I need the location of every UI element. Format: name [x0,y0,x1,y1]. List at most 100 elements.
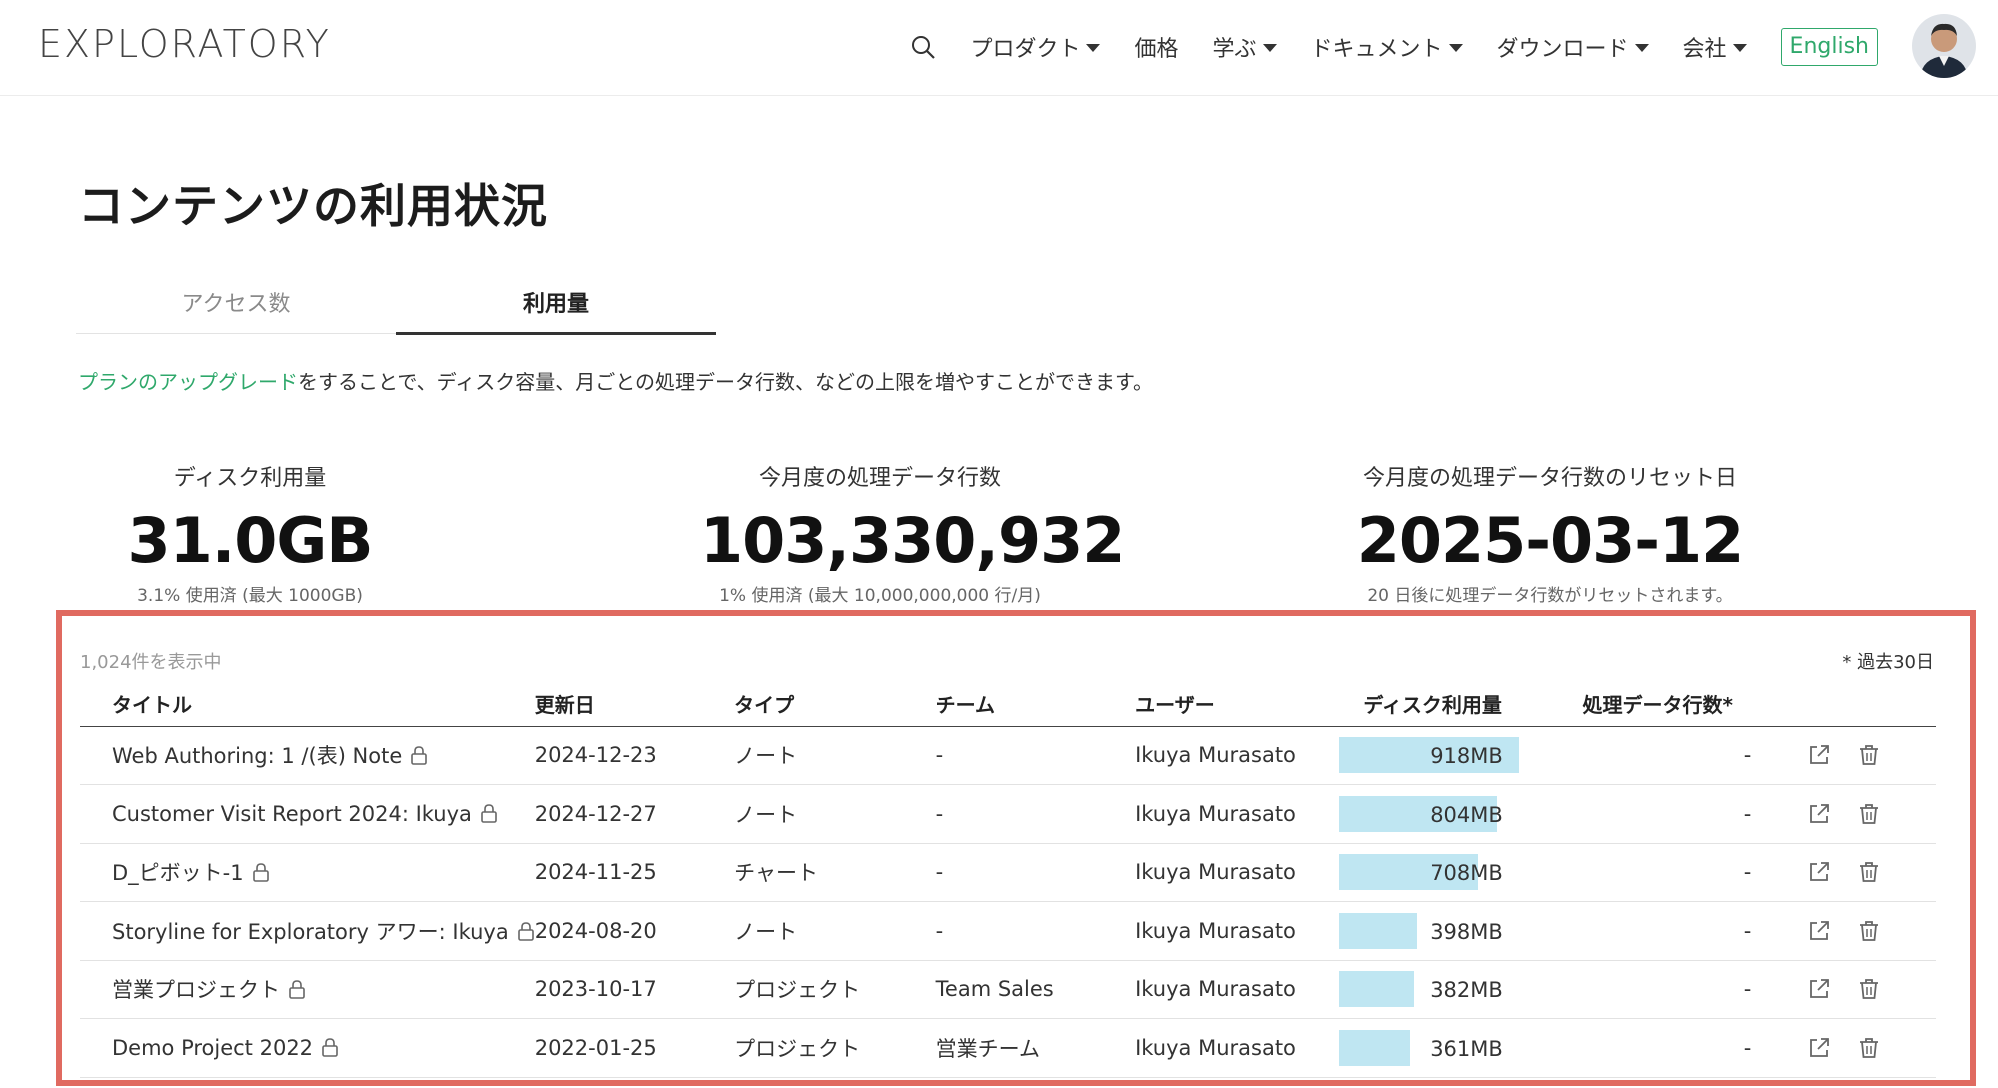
cell-title[interactable]: Demo Project 2022 [80,1018,535,1078]
column-header-user[interactable]: ユーザー [1135,682,1339,727]
nav-product[interactable]: プロダクト [970,31,1101,63]
lock-icon [517,921,535,941]
disk-usage-bar: 361MB [1338,1029,1519,1066]
trash-icon[interactable] [1857,860,1881,884]
nav-learn-label: 学ぶ [1212,37,1257,62]
trash-icon[interactable] [1857,1036,1881,1060]
language-switch-button[interactable]: English [1780,28,1878,66]
column-header-disk-usage[interactable]: ディスク利用量 [1338,682,1567,727]
tab-access-count[interactable]: アクセス数 [76,278,396,333]
cell-title[interactable]: Web Authoring: 1 /(表) Note [80,726,535,785]
period-note: * 過去30日 [1842,652,1934,673]
stat-value: 31.0GB [127,504,373,577]
cell-title[interactable]: Customer Visit Report 2024: Ikuya [80,784,535,844]
disk-usage-value: 382MB [1430,978,1503,1003]
cell-user: Ikuya Murasato [1135,960,1339,1019]
cell-user: Ikuya Murasato [1135,1018,1339,1078]
disk-usage-bar: 708MB [1338,854,1519,891]
nav-pricing[interactable]: 価格 [1134,31,1178,63]
content-title[interactable]: Storyline for Exploratory アワー: Ikuya [112,920,509,944]
caret-down-icon [1634,44,1649,52]
column-header-processed-rows[interactable]: 処理データ行数* [1566,682,1762,727]
nav-docs[interactable]: ドキュメント [1311,31,1463,63]
trash-icon[interactable] [1857,743,1881,767]
disk-usage-value: 918MB [1430,744,1503,769]
cell-title[interactable]: D_ピボット-1 [80,843,535,902]
external-link-icon[interactable] [1807,919,1831,943]
table-row[interactable]: Demo Project 2022 2022-01-25 プロジェクト 営業チーム Ik… [80,1018,1936,1078]
exploratory-logo[interactable]: EXPLORATORY [38,22,331,66]
cell-actions [1761,960,1936,1019]
trash-icon[interactable] [1857,977,1881,1001]
tab-usage[interactable]: 利用量 [396,278,716,335]
cell-updated: 2024-11-25 [534,843,735,902]
upgrade-plan-link[interactable]: プランのアップグレード [78,370,298,394]
cell-team: 営業チーム [935,1018,1136,1078]
column-header-type[interactable]: タイプ [734,682,936,727]
column-header-updated[interactable]: 更新日 [534,682,735,727]
cell-type: プロジェクト [734,1018,936,1078]
content-title[interactable]: 営業プロジェクト [112,978,280,1002]
caret-down-icon [1086,44,1101,52]
disk-usage-bar: 382MB [1338,971,1519,1008]
cell-user: Ikuya Murasato [1135,784,1339,844]
column-header-title[interactable]: タイトル [80,682,535,727]
content-title[interactable]: D_ピボット-1 [112,861,244,885]
nav-learn[interactable]: 学ぶ [1212,31,1277,63]
disk-usage-bar: 398MB [1338,912,1519,949]
column-header-team[interactable]: チーム [935,682,1136,727]
content-title[interactable]: Web Authoring: 1 /(表) Note [112,744,402,768]
cell-type: ノート [734,784,936,844]
external-link-icon[interactable] [1807,802,1831,826]
external-link-icon[interactable] [1807,977,1831,1001]
cell-disk-usage: 382MB [1338,960,1567,1019]
table-header-row: タイトル 更新日 タイプ チーム ユーザー ディスク利用量 処理データ行数* [80,682,1936,727]
cell-team: - [935,843,1136,902]
user-avatar[interactable] [1912,14,1976,78]
lock-icon [480,803,498,823]
content-title[interactable]: Demo Project 2022 [112,1036,313,1060]
cell-disk-usage: 804MB [1338,784,1567,844]
cell-actions [1761,784,1936,844]
cell-title[interactable]: Storyline for Exploratory アワー: Ikuya [80,901,535,961]
cell-title[interactable]: 営業プロジェクト [80,960,535,1019]
lock-icon [321,1037,339,1057]
external-link-icon[interactable] [1807,743,1831,767]
cell-type: チャート [734,843,936,902]
disk-usage-bar-fill [1338,912,1417,949]
search-icon[interactable] [910,34,936,60]
nav-company[interactable]: 会社 [1683,31,1747,63]
stat-value: 103,330,932 [700,504,1125,577]
stat-sub: 20 日後に処理データ行数がリセットされます。 [1367,586,1733,606]
cell-updated: 2024-08-20 [534,901,735,961]
cell-processed-rows: - [1566,784,1762,844]
top-navigation-bar: EXPLORATORY プロダクト 価格 学ぶ ドキュメント ダウンロード 会社… [0,0,1998,96]
cell-user: Ikuya Murasato [1135,901,1339,961]
cell-processed-rows: - [1566,726,1762,785]
table-row[interactable]: Storyline for Exploratory アワー: Ikuya 2024… [80,901,1936,961]
cell-updated: 2024-12-23 [534,726,735,785]
content-usage-table-panel: 1,024件を表示中 * 過去30日 タイトル 更新日 タイプ チーム ユーザー… [56,610,1976,1086]
nav-company-label: 会社 [1682,37,1727,62]
nav-product-label: プロダクト [970,37,1081,62]
cell-disk-usage: 918MB [1338,726,1567,785]
trash-icon[interactable] [1857,802,1881,826]
main-nav: プロダクト 価格 学ぶ ドキュメント ダウンロード 会社 English [910,22,1878,72]
stat-processed-rows: 今月度の処理データ行数 103,330,932 1% 使用済 (最大 10,00… [700,460,1125,606]
stat-disk-usage: ディスク利用量 31.0GB 3.1% 使用済 (最大 1000GB) [70,460,430,606]
content-title[interactable]: Customer Visit Report 2024: Ikuya [112,802,472,826]
stat-label: ディスク利用量 [173,466,327,491]
trash-icon[interactable] [1857,919,1881,943]
external-link-icon[interactable] [1807,860,1831,884]
stat-reset-date: 今月度の処理データ行数のリセット日 2025-03-12 20 日後に処理データ… [1340,460,1760,606]
table-row[interactable]: D_ピボット-1 2024-11-25 チャート - Ikuya Murasato 708… [80,843,1936,902]
cell-disk-usage: 708MB [1338,843,1567,902]
upgrade-notice: プランのアップグレードをすることで、ディスク容量、月ごとの処理データ行数、などの… [78,366,1153,395]
cell-processed-rows: - [1566,901,1762,961]
table-row[interactable]: 営業プロジェクト 2023-10-17 プロジェクト Team Sales Ikuya … [80,960,1936,1019]
external-link-icon[interactable] [1807,1036,1831,1060]
table-row[interactable]: Customer Visit Report 2024: Ikuya 2024-12… [80,784,1936,844]
column-header-actions [1761,682,1936,727]
table-row[interactable]: Web Authoring: 1 /(表) Note 2024-12-23 ノート -… [80,726,1936,785]
nav-download[interactable]: ダウンロード [1497,31,1649,63]
